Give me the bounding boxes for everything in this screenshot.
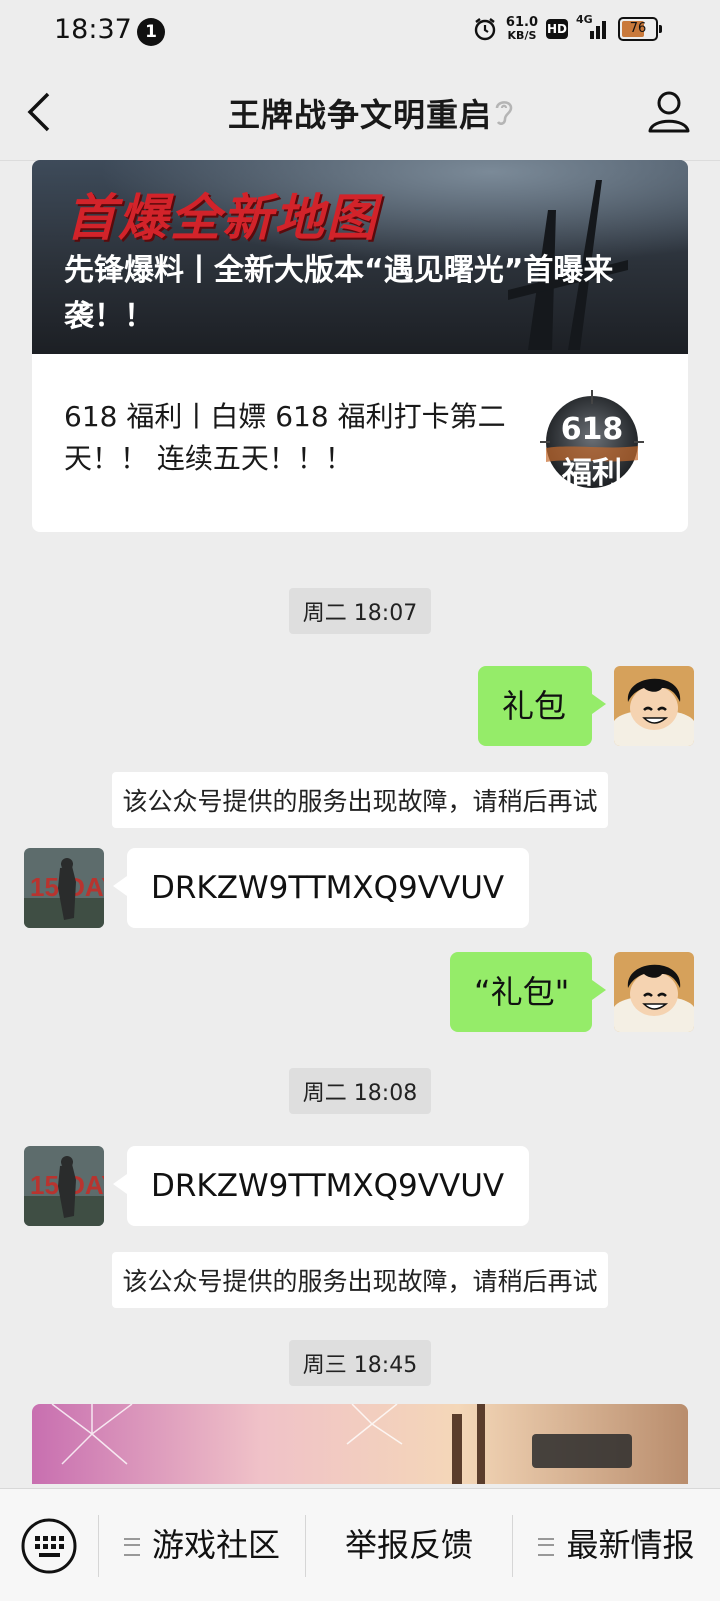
menu-item-label: 举报反馈 — [344, 1526, 473, 1564]
timestamp-label: 周二 18:07 — [288, 588, 432, 634]
bot-message-bubble[interactable]: DRKZW9TTMXQ9VVUV — [113, 848, 529, 928]
net-speed-value: 61.0 — [505, 15, 538, 30]
article-item[interactable]: 618 福利丨白嫖 618 福利打卡第二天！！ 连续五天！！！ 618 福利 — [32, 354, 688, 530]
menu-item-label: 游戏社区 — [151, 1526, 280, 1564]
bottom-menu-bar: 游戏社区 举报反馈 最新情报 — [0, 1488, 720, 1601]
net-speed: 61.0 KB/S — [506, 16, 538, 42]
menu-item-game-community[interactable]: 游戏社区 — [99, 1489, 305, 1601]
timestamp-label: 周三 18:45 — [288, 1340, 432, 1386]
status-bar: 18:37 1 61.0 KB/S HD 4G 76 — [0, 0, 720, 64]
battery-level: 76 — [629, 21, 647, 36]
submenu-icon — [538, 1538, 555, 1556]
my-message-bubble[interactable]: 礼包 — [478, 666, 606, 746]
my-avatar[interactable] — [614, 952, 694, 1032]
page-title: 王牌战争文明重启 — [227, 96, 492, 134]
status-time: 18:37 — [54, 14, 132, 45]
bot-message-bubble[interactable]: DRKZW9TTMXQ9VVUV — [113, 1146, 529, 1226]
thumb-label-618: 618 — [560, 412, 624, 447]
signal-icon: 4G — [576, 13, 610, 41]
banner-subtitle: 先锋爆料丨全新大版本“遇见曙光”首曝来袭！！ — [64, 253, 614, 334]
hd-icon: HD — [546, 19, 568, 39]
submenu-icon — [123, 1538, 140, 1556]
fireworks-banner — [51, 1404, 632, 1484]
net-speed-unit: KB/S — [507, 29, 537, 42]
nav-bar: 王牌战争文明重启 — [0, 64, 720, 161]
thumb-label-fuli: 福利 — [562, 456, 622, 491]
system-notice: 该公众号提供的服务出现故障，请稍后再试 — [0, 1252, 720, 1308]
timestamp: 周二 18:07 — [0, 588, 720, 634]
system-notice-text: 该公众号提供的服务出现故障，请稍后再试 — [112, 772, 608, 828]
official-account-avatar[interactable]: 15 DAYS — [24, 848, 104, 928]
user-profile-icon[interactable] — [646, 88, 692, 134]
my-avatar[interactable] — [614, 666, 694, 746]
official-account-avatar[interactable]: 15 DAYS — [24, 1146, 104, 1226]
banner-headline: 首爆全新地图 — [66, 189, 378, 247]
battery-icon: 76 — [618, 17, 662, 41]
notification-badge: 1 — [137, 18, 165, 46]
game-poster-avatar-icon: 15 DAYS — [24, 1146, 104, 1226]
menu-item-report-feedback[interactable]: 举报反馈 — [306, 1489, 512, 1601]
menu-item-latest-news[interactable]: 最新情报 — [513, 1489, 720, 1601]
menu-item-label: 最新情报 — [566, 1526, 695, 1564]
system-notice-text: 该公众号提供的服务出现故障，请稍后再试 — [112, 1252, 608, 1308]
timestamp: 周三 18:45 — [0, 1340, 720, 1386]
my-message-bubble[interactable]: “礼包" — [450, 952, 606, 1032]
cartoon-boy-avatar-icon — [614, 952, 694, 1032]
article-title: 618 福利丨白嫖 618 福利打卡第二天！！ 连续五天！！！ — [64, 400, 506, 475]
article-banner[interactable]: 首爆全新地图 先锋爆料丨全新大版本“遇见曙光”首曝来袭！！ — [32, 160, 688, 354]
timestamp: 周二 18:08 — [0, 1068, 720, 1114]
cartoon-boy-avatar-icon — [614, 666, 694, 746]
keyboard-icon[interactable] — [20, 1517, 78, 1575]
battery-cap — [659, 25, 662, 33]
alarm-icon — [474, 18, 496, 41]
article-card-partial[interactable] — [32, 1404, 688, 1484]
timestamp-label: 周二 18:08 — [288, 1068, 432, 1114]
ear-icon — [495, 101, 513, 125]
game-poster-avatar-icon: 15 DAYS — [24, 848, 104, 928]
system-notice: 该公众号提供的服务出现故障，请稍后再试 — [0, 772, 720, 828]
status-icons: 61.0 KB/S HD 4G 76 — [472, 13, 662, 42]
article-card[interactable]: 首爆全新地图 先锋爆料丨全新大版本“遇见曙光”首曝来袭！！ 618 福利丨白嫖 … — [32, 160, 688, 532]
